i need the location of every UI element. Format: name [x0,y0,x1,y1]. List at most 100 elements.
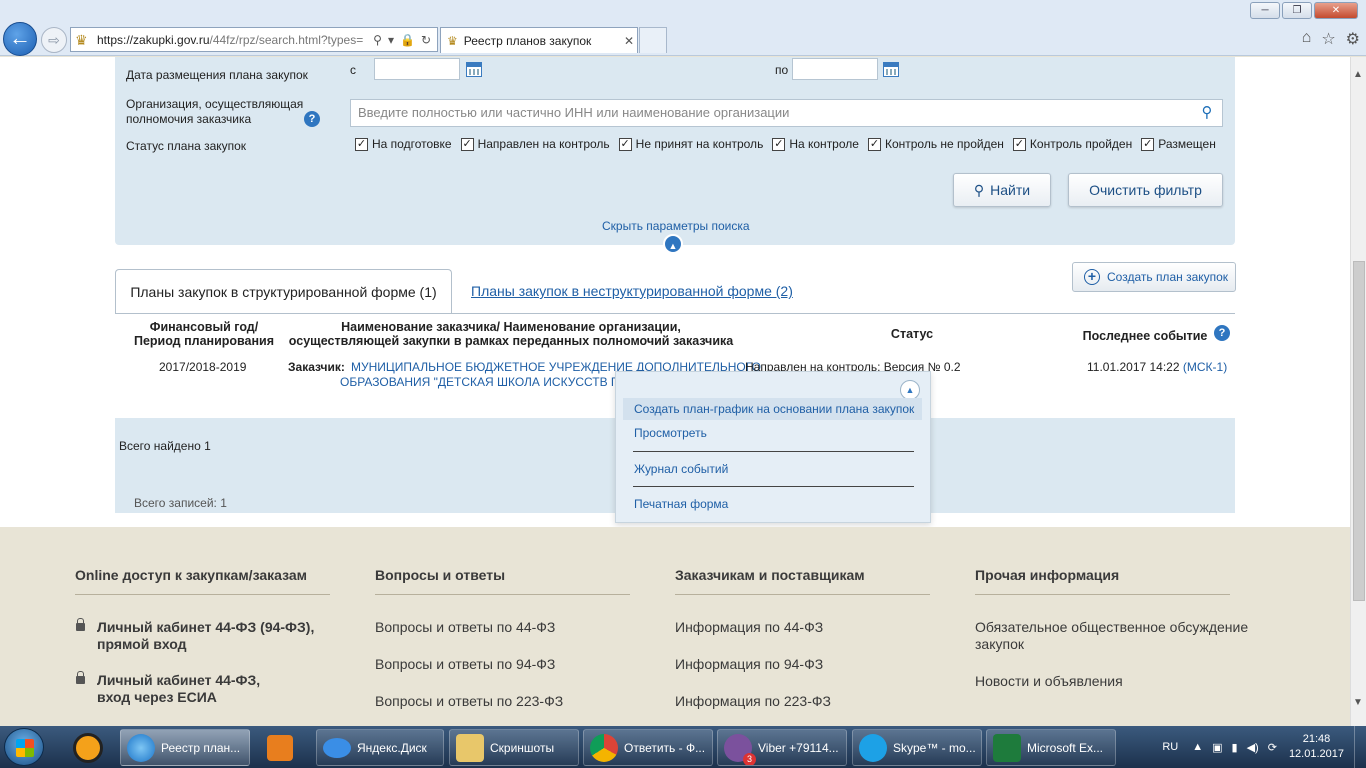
site-footer: Online доступ к закупкам/заказам Личный … [0,527,1350,726]
popup-create-schedule[interactable]: Создать план-график на основании плана з… [623,398,922,420]
volume-icon[interactable]: ◀) [1247,741,1259,754]
address-bar[interactable]: ♛ https://zakupki.gov.ru/44fz/rpz/search… [70,27,438,52]
taskbar-viber[interactable]: 3 Viber +79114... [717,729,847,766]
hide-search-params-link[interactable]: Скрыть параметры поиска [602,219,750,233]
forward-button[interactable]: ⇨ [41,27,67,53]
footer-link-public-discussion[interactable]: Обязательное общественное обсуждение зак… [975,619,1248,653]
checkbox[interactable]: ✓ [460,137,474,151]
maximize-button[interactable]: ❐ [1282,2,1312,19]
clock[interactable]: 21:48 12.01.2017 [1289,732,1344,762]
help-icon[interactable]: ? [304,111,320,127]
help-icon[interactable]: ? [1214,325,1230,341]
avast-icon[interactable] [66,729,110,766]
status-checkbox-item[interactable]: ✓ На подготовке [355,137,452,151]
taskbar-chrome[interactable]: Ответить - Ф... [583,729,713,766]
language-indicator[interactable]: RU [1162,741,1178,753]
footer-link-news[interactable]: Новости и объявления [975,673,1123,690]
taskbar-ie[interactable]: Реестр план... [120,729,250,766]
lock-icon[interactable]: 🔒 [400,33,415,47]
start-button[interactable] [4,728,44,766]
status-checkbox-item[interactable]: ✓ Контроль пройден [1012,137,1132,151]
home-icon[interactable]: ⌂ [1302,29,1312,49]
browser-tab[interactable]: ♛ Реестр планов закупок ✕ [440,27,638,53]
taskbar-ie-label: Реестр план... [161,740,241,755]
checkbox[interactable]: ✓ [618,137,632,151]
new-tab-button[interactable] [639,27,667,53]
sync-icon[interactable]: ⟳ [1268,741,1277,754]
ie-icon [127,733,155,762]
footer-link-cabinet-direct[interactable]: Личный кабинет 44-ФЗ (94-ФЗ), прямой вхо… [97,619,314,653]
create-plan-button[interactable]: + Создать план закупок [1072,262,1236,292]
header-event: Последнее событие [1082,329,1208,343]
taskbar-skype-label: Skype™ - mo... [893,740,976,755]
close-window-button[interactable]: ✕ [1314,2,1358,19]
footer-link-info-94[interactable]: Информация по 94-ФЗ [675,656,823,673]
checkbox[interactable]: ✓ [772,137,786,151]
popup-print-form[interactable]: Печатная форма [623,493,922,515]
minimize-button[interactable]: ─ [1250,2,1280,19]
usb-icon[interactable]: ▣ [1212,741,1222,754]
search-icon[interactable]: ⚲ [373,33,382,47]
vertical-scrollbar[interactable]: ▲ ▼ [1350,57,1366,726]
search-filter-panel: Дата размещения плана закупок с по Орган… [115,57,1235,245]
calendar-from-icon[interactable] [466,62,482,77]
network-icon[interactable]: ▮ [1232,741,1238,754]
checkbox[interactable]: ✓ [867,137,881,151]
clear-filter-button[interactable]: Очистить фильтр [1068,173,1223,207]
checkbox[interactable]: ✓ [1012,137,1026,151]
popup-view[interactable]: Просмотреть [623,422,922,444]
back-button[interactable]: ← [3,22,37,56]
tab-close-icon[interactable]: ✕ [621,34,637,48]
media-player-icon[interactable] [258,729,302,766]
org-search-input[interactable]: Введите полностью или частично ИНН или н… [350,99,1223,127]
date-from-input[interactable] [374,58,460,80]
footer-link-info-223[interactable]: Информация по 223-ФЗ [675,693,831,710]
status-checkbox-item[interactable]: ✓ На контроле [772,137,859,151]
url-host: https://zakupki.gov.ru [97,32,210,47]
refresh-icon[interactable]: ↻ [421,33,431,47]
browser-chrome: ─ ❐ ✕ ← ⇨ ♛ https://zakupki.gov.ru/44fz/… [0,0,1366,56]
taskbar-excel[interactable]: Microsoft Ex... [986,729,1116,766]
status-checkbox-item[interactable]: ✓ Направлен на контроль [460,137,610,151]
status-checkbox-item[interactable]: ✓ Контроль не пройден [867,137,1004,151]
row-customer-link-line2[interactable]: ОБРАЗОВАНИЯ "ДЕТСКАЯ ШКОЛА ИСКУССТВ Г.ПР [340,375,636,389]
footer-link-qa-223[interactable]: Вопросы и ответы по 223-ФЗ [375,693,563,710]
status-checkbox-item[interactable]: ✓ Не принят на контроль [618,137,763,151]
tab-structured-plans[interactable]: Планы закупок в структурированной форме … [115,269,452,313]
address-url[interactable]: https://zakupki.gov.ru/44fz/rpz/search.h… [97,33,367,47]
checkbox[interactable]: ✓ [1141,137,1155,151]
checkbox-label: Направлен на контроль [477,137,610,151]
header-year: Финансовый год/ Период планирования [133,320,275,348]
lock-icon [76,671,85,684]
tab-unstructured-plans[interactable]: Планы закупок в неструктурированной форм… [471,283,793,299]
plus-icon: + [1084,269,1100,285]
dropdown-icon[interactable]: ▾ [388,33,394,47]
favorites-icon[interactable]: ☆ [1321,29,1335,49]
find-button[interactable]: ⚲ Найти [953,173,1051,207]
checkbox[interactable]: ✓ [355,137,368,151]
scrollbar-thumb[interactable] [1353,261,1365,601]
footer-link-cabinet-esia[interactable]: Личный кабинет 44-ФЗ, вход через ЕСИА [97,672,260,706]
tray-expand-icon[interactable]: ▲ [1192,741,1203,754]
collapse-arrow-icon[interactable]: ▲ [663,234,683,254]
date-to-input[interactable] [792,58,878,80]
settings-gear-icon[interactable]: ⚙ [1346,29,1360,49]
taskbar-yandex-disk-label: Яндекс.Диск [357,740,427,755]
footer-title-qa: Вопросы и ответы [375,567,630,595]
taskbar-skype[interactable]: Skype™ - mo... [852,729,982,766]
taskbar-screenshots[interactable]: Скриншоты [449,729,579,766]
status-checkbox-item[interactable]: ✓ Размещен [1141,137,1216,151]
scroll-up-icon[interactable]: ▲ [1353,69,1363,80]
taskbar-yandex-disk[interactable]: Яндекс.Диск [316,729,444,766]
scroll-down-icon[interactable]: ▼ [1353,697,1363,708]
footer-link-qa-94[interactable]: Вопросы и ответы по 94-ФЗ [375,656,555,673]
footer-link-info-44[interactable]: Информация по 44-ФЗ [675,619,823,636]
show-desktop-button[interactable] [1354,726,1366,768]
viber-icon: 3 [724,733,756,765]
calendar-to-icon[interactable] [883,62,899,77]
footer-link-qa-44[interactable]: Вопросы и ответы по 44-ФЗ [375,619,555,636]
popup-event-log[interactable]: Журнал событий [623,458,922,480]
find-label: Найти [990,182,1031,198]
search-icon[interactable]: ⚲ [1198,104,1216,122]
popup-collapse-icon[interactable]: ▲ [900,380,920,400]
